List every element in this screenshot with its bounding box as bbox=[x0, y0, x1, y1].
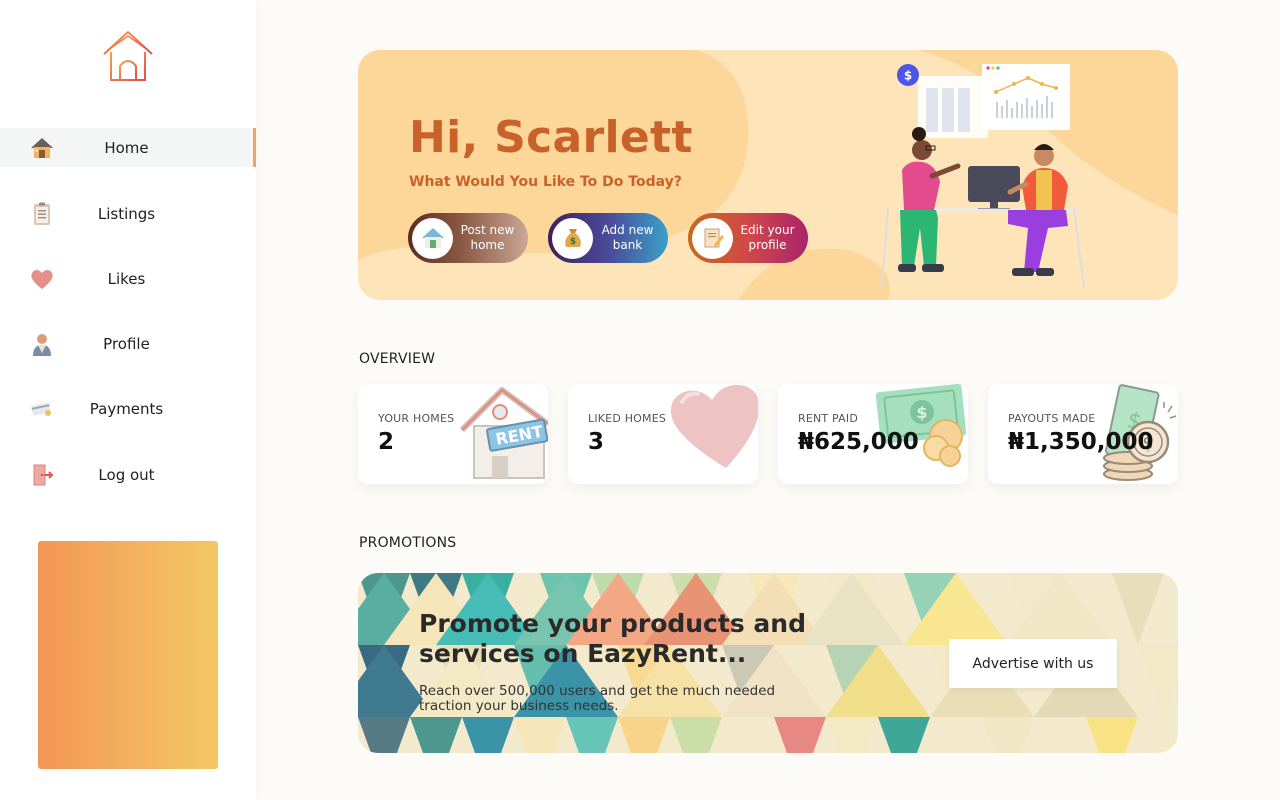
promotion-description: Reach over 500,000 users and get the muc… bbox=[419, 683, 776, 714]
post-new-home-label-2: home bbox=[470, 238, 505, 252]
sidebar-item-label: Home bbox=[104, 138, 149, 157]
sidebar-item-label: Likes bbox=[107, 269, 146, 288]
stat-card-rent-paid[interactable]: RENT PAID ₦625,000 $ bbox=[778, 384, 968, 484]
sidebar-item-profile[interactable]: Profile bbox=[0, 324, 256, 363]
dollar-badge: $ bbox=[904, 69, 912, 83]
advertise-button[interactable]: Advertise with us bbox=[949, 639, 1117, 688]
sidebar-item-home[interactable]: Home bbox=[0, 128, 256, 167]
sidebar-item-listings[interactable]: Listings bbox=[0, 194, 256, 233]
promotion-title: Promote your products and services on Ea… bbox=[419, 609, 806, 668]
svg-text:$: $ bbox=[569, 237, 575, 247]
stat-label: RENT PAID bbox=[798, 412, 859, 425]
stat-label: YOUR HOMES bbox=[378, 412, 455, 425]
stat-card-your-homes[interactable]: YOUR HOMES 2 RENT bbox=[358, 384, 548, 484]
sidebar-item-payments[interactable]: Payments bbox=[0, 389, 256, 428]
money-bag-icon: $ bbox=[552, 217, 593, 259]
house-icon bbox=[412, 217, 453, 259]
sidebar-promo-card[interactable] bbox=[38, 541, 218, 769]
sidebar-item-label: Listings bbox=[97, 204, 156, 223]
add-new-bank-label-2: bank bbox=[612, 238, 643, 252]
stat-value: 3 bbox=[588, 429, 605, 455]
house-logo-icon[interactable] bbox=[100, 28, 156, 84]
sidebar-item-label: Profile bbox=[103, 334, 150, 353]
sidebar: Home Listings Likes Profile Payments Log… bbox=[0, 0, 256, 800]
office-people-illustration: $ bbox=[881, 64, 1085, 289]
sidebar-item-label: Payments bbox=[89, 399, 164, 418]
svg-text:$: $ bbox=[916, 403, 927, 422]
promotion-banner: Promote your products and services on Ea… bbox=[358, 573, 1178, 753]
edit-profile-label-1: Edit your bbox=[740, 223, 795, 237]
promotions-heading: PROMOTIONS bbox=[359, 535, 457, 551]
stat-value: ₦625,000 bbox=[798, 429, 919, 455]
rent-house-icon: RENT bbox=[459, 387, 548, 479]
welcome-hero: Hi, Scarlett What Would You Like To Do T… bbox=[358, 50, 1178, 300]
add-new-bank-label-1: Add new bbox=[601, 223, 654, 237]
sidebar-item-logout[interactable]: Log out bbox=[0, 455, 256, 494]
heart-icon bbox=[670, 385, 758, 468]
add-new-bank-button[interactable]: $ Add new bank bbox=[548, 213, 668, 263]
post-new-home-label-1: Post new bbox=[460, 223, 515, 237]
stat-label: LIKED HOMES bbox=[588, 412, 667, 425]
edit-profile-label-2: profile bbox=[748, 238, 787, 252]
stat-card-payouts-made[interactable]: PAYOUTS MADE ₦1,350,000 $ $ bbox=[988, 384, 1178, 484]
edit-document-icon bbox=[692, 217, 733, 259]
stat-card-liked-homes[interactable]: LIKED HOMES 3 bbox=[568, 384, 758, 484]
greeting-title: Hi, Scarlett bbox=[409, 112, 693, 163]
stat-value: 2 bbox=[378, 429, 395, 455]
greeting-subtitle: What Would You Like To Do Today? bbox=[409, 174, 682, 190]
sidebar-item-label: Log out bbox=[98, 465, 155, 484]
edit-profile-button[interactable]: Edit your profile bbox=[688, 213, 808, 263]
overview-heading: OVERVIEW bbox=[359, 351, 436, 367]
post-new-home-button[interactable]: Post new home bbox=[408, 213, 528, 263]
stat-value: ₦1,350,000 bbox=[1008, 429, 1154, 455]
stat-label: PAYOUTS MADE bbox=[1008, 412, 1096, 425]
sidebar-item-likes[interactable]: Likes bbox=[0, 259, 256, 298]
